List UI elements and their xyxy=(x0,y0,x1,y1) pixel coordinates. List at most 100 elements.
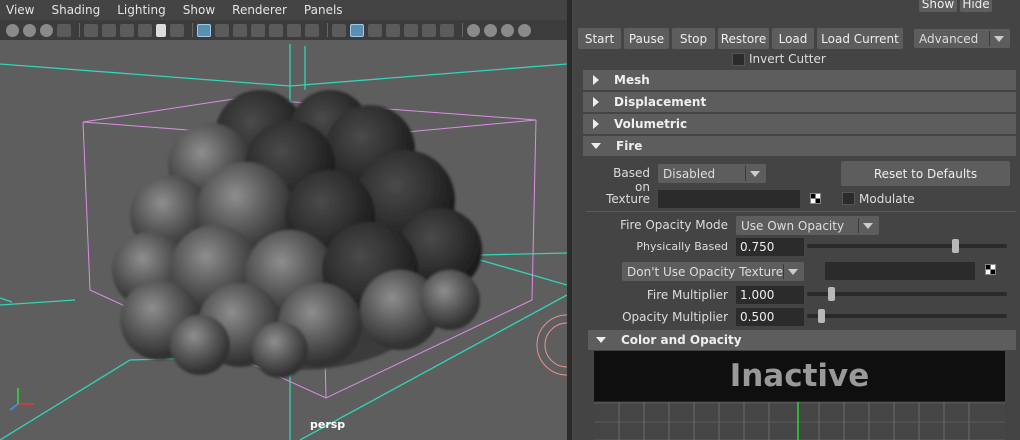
map-opacity-texture-icon[interactable] xyxy=(985,264,996,275)
dropdown-separator xyxy=(989,31,990,46)
dropdown-separator xyxy=(783,264,784,279)
anti-aliasing-icon[interactable] xyxy=(501,23,514,37)
menu-lighting[interactable]: Lighting xyxy=(117,3,166,17)
opacity-curve-graph[interactable] xyxy=(594,401,1005,440)
mode-select-value: Advanced xyxy=(919,31,979,46)
section-mesh[interactable]: Mesh xyxy=(583,70,1016,90)
field-chart-icon[interactable] xyxy=(269,23,283,37)
bookmark-icon[interactable] xyxy=(57,23,71,37)
section-fire[interactable]: Fire xyxy=(583,136,1016,156)
opacity-texture-value: Don't Use Opacity Texture xyxy=(627,264,784,279)
collapse-arrow-icon xyxy=(596,337,606,343)
3d-viewport[interactable]: View Shading Lighting Show Renderer Pane… xyxy=(0,0,567,440)
film-gate-frame-icon[interactable] xyxy=(215,23,229,37)
pause-button[interactable]: Pause xyxy=(624,28,669,49)
modulate-label: Modulate xyxy=(859,192,915,206)
fire-multiplier-field[interactable]: 1.000 xyxy=(736,286,804,304)
camera-attributes-icon[interactable] xyxy=(40,23,53,37)
fire-multiplier-slider[interactable] xyxy=(807,292,1007,296)
safe-title-icon[interactable] xyxy=(305,23,319,37)
collapse-arrow-icon xyxy=(591,143,601,149)
safe-action-icon[interactable] xyxy=(287,23,301,37)
load-current-button[interactable]: Load Current xyxy=(817,28,903,49)
mode-select[interactable]: Advanced xyxy=(914,29,1010,48)
opacity-texture-select[interactable]: Don't Use Opacity Texture xyxy=(622,262,804,281)
grease-pencil-icon[interactable] xyxy=(138,23,152,37)
film-gate-icon[interactable] xyxy=(170,23,184,37)
modulate-checkbox[interactable] xyxy=(842,192,855,205)
menu-show[interactable]: Show xyxy=(183,3,215,17)
wireframe-icon[interactable] xyxy=(332,23,346,37)
chevron-down-icon xyxy=(994,36,1004,42)
show-button[interactable]: Show xyxy=(919,0,957,12)
shadows-icon[interactable] xyxy=(422,23,436,37)
map-texture-icon[interactable] xyxy=(810,193,821,204)
fire-opacity-mode-select[interactable]: Use Own Opacity xyxy=(736,216,879,235)
opacity-multiplier-field[interactable]: 0.500 xyxy=(736,308,804,326)
hide-button[interactable]: Hide xyxy=(960,0,992,12)
axis-gizmo xyxy=(9,388,34,411)
motion-blur-icon[interactable] xyxy=(484,23,497,37)
viewport-scene[interactable] xyxy=(0,40,567,440)
opacity-multiplier-label: Opacity Multiplier xyxy=(622,310,728,324)
reset-to-defaults-button[interactable]: Reset to Defaults xyxy=(841,161,1010,186)
start-button[interactable]: Start xyxy=(578,28,621,49)
dropdown-separator xyxy=(858,218,859,233)
toolbar-separator xyxy=(192,23,193,37)
bookmark-flag-icon[interactable] xyxy=(156,23,166,37)
based-on-value: Disabled xyxy=(663,166,716,181)
texture-field[interactable] xyxy=(658,190,800,208)
section-color-and-opacity[interactable]: Color and Opacity xyxy=(588,330,1016,350)
use-lights-icon[interactable] xyxy=(404,23,418,37)
checker-icon[interactable] xyxy=(440,23,454,37)
load-button[interactable]: Load xyxy=(772,28,814,49)
video-camera-icon[interactable] xyxy=(84,23,98,37)
expand-arrow-icon xyxy=(593,75,599,85)
gate-mask-icon[interactable] xyxy=(251,23,265,37)
divider-line xyxy=(586,211,1016,212)
section-volumetric[interactable]: Volumetric xyxy=(583,114,1016,134)
image-plane-icon[interactable] xyxy=(102,23,116,37)
based-on-select[interactable]: Disabled xyxy=(658,164,766,183)
expand-arrow-icon xyxy=(593,119,599,129)
smoke-cloud xyxy=(112,90,482,378)
select-camera-icon[interactable] xyxy=(6,23,19,37)
opacity-texture-field[interactable] xyxy=(825,262,975,280)
lock-camera-icon[interactable] xyxy=(23,23,36,37)
physically-based-slider[interactable] xyxy=(807,244,1007,248)
section-displacement[interactable]: Displacement xyxy=(583,92,1016,112)
section-displacement-label: Displacement xyxy=(614,95,707,109)
resolution-gate-icon[interactable] xyxy=(233,23,247,37)
physically-based-slider-handle[interactable] xyxy=(952,239,959,253)
texture-label: Texture xyxy=(606,192,650,206)
grid-icon[interactable] xyxy=(197,23,211,37)
dropdown-separator xyxy=(745,166,746,181)
toolbar-separator xyxy=(327,23,328,37)
light-locator xyxy=(536,314,567,376)
viewport-menu-bar: View Shading Lighting Show Renderer Pane… xyxy=(0,0,567,20)
fire-multiplier-label: Fire Multiplier xyxy=(646,288,728,302)
opacity-multiplier-slider[interactable] xyxy=(807,314,1007,318)
fire-multiplier-slider-handle[interactable] xyxy=(828,287,835,301)
menu-view[interactable]: View xyxy=(6,3,34,17)
menu-renderer[interactable]: Renderer xyxy=(232,3,287,17)
depth-of-field-icon[interactable] xyxy=(518,23,531,37)
restore-button[interactable]: Restore xyxy=(718,28,769,49)
menu-panels[interactable]: Panels xyxy=(304,3,343,17)
viewport-toolbar xyxy=(0,20,567,40)
menu-shading[interactable]: Shading xyxy=(51,3,100,17)
stop-button[interactable]: Stop xyxy=(672,28,715,49)
section-color-and-opacity-label: Color and Opacity xyxy=(621,333,742,347)
invert-cutter-checkbox[interactable] xyxy=(732,53,745,66)
section-volumetric-label: Volumetric xyxy=(614,117,688,131)
move-camera-icon[interactable] xyxy=(120,23,134,37)
gradient-status: Inactive xyxy=(594,351,1005,401)
toolbar-separator xyxy=(462,23,463,37)
invert-cutter-label: Invert Cutter xyxy=(749,52,826,66)
physically-based-field[interactable]: 0.750 xyxy=(736,238,804,256)
wireframe-on-shaded-icon[interactable] xyxy=(368,23,382,37)
smooth-shade-icon[interactable] xyxy=(350,23,364,37)
ambient-occlusion-icon[interactable] xyxy=(467,23,480,37)
textured-icon[interactable] xyxy=(386,23,400,37)
opacity-multiplier-slider-handle[interactable] xyxy=(818,309,825,323)
